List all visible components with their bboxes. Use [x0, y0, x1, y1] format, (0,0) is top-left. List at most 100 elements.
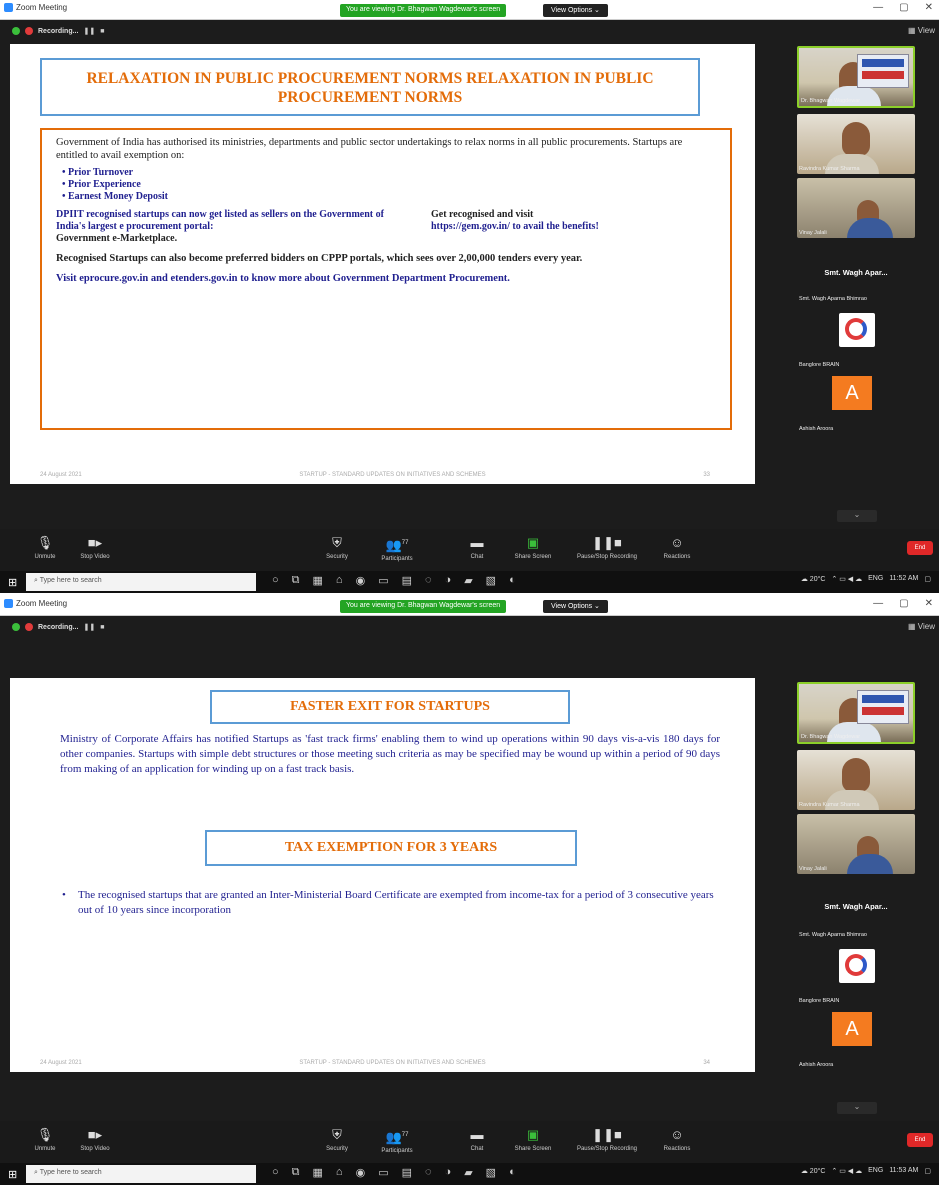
participant-panel: Dr. Bhagwan Wagdewar Ravindra Kumar Shar… — [795, 640, 939, 1125]
edge-icon[interactable]: ◐ — [509, 1166, 516, 1179]
security-button[interactable]: ⛨ Security — [312, 1127, 362, 1152]
taskbar-search-input[interactable]: ⌕ Type here to search — [26, 573, 256, 591]
taskbar-app-icon[interactable]: ▧ — [486, 574, 496, 587]
taskbar-app-icon[interactable]: ◑ — [445, 1166, 452, 1179]
close-button[interactable]: ✕ — [925, 598, 933, 609]
participant-tile[interactable]: Vinay Jalali — [797, 814, 915, 874]
chrome-icon[interactable]: ◉ — [356, 574, 366, 587]
chat-icon: ▬ — [470, 535, 484, 550]
minimize-button[interactable]: — — [873, 598, 883, 609]
task-view-icon[interactable]: ⧉ — [292, 1166, 300, 1179]
gem-text: DPIIT recognised startups can now get li… — [56, 209, 384, 244]
clock[interactable]: 11:53 AM — [889, 1167, 918, 1175]
app-title: Zoom Meeting — [4, 3, 67, 12]
stop-video-button[interactable]: ■▸ Stop Video — [70, 535, 120, 560]
share-screen-button[interactable]: ▣ Share Screen — [508, 535, 558, 560]
stop-video-button[interactable]: ■▸ Stop Video — [70, 1127, 120, 1152]
windows-start-icon[interactable]: ⊞ — [8, 576, 17, 589]
windows-taskbar: ⊞ ⌕ Type here to search ○ ⧉ ▦ ⌂ ◉ ▭ ▤ ◌ … — [0, 571, 939, 593]
taskbar-app-icon[interactable]: ▧ — [486, 1166, 496, 1179]
participant-tile[interactable]: A Ashish Aroora — [797, 1010, 915, 1070]
notifications-icon[interactable]: ▢ — [924, 575, 931, 583]
cortana-icon[interactable]: ○ — [272, 574, 279, 587]
chat-button[interactable]: ▬ Chat — [452, 1127, 502, 1152]
pause-recording-button[interactable]: ❚❚■ Pause/Stop Recording — [572, 1127, 642, 1152]
stop-icon[interactable]: ■ — [100, 624, 104, 631]
close-button[interactable]: ✕ — [925, 2, 933, 13]
participant-tile[interactable]: Dr. Bhagwan Wagdewar — [797, 46, 915, 108]
weather-icon[interactable]: ☁ 20°C — [801, 575, 826, 583]
reactions-button[interactable]: ☺ Reactions — [652, 535, 702, 560]
participant-tile[interactable]: Ravindra Kumar Sharma — [797, 750, 915, 810]
participant-tile[interactable]: Banglore BRAIN — [797, 946, 915, 1006]
chrome-icon[interactable]: ◉ — [356, 1166, 366, 1179]
pause-recording-button[interactable]: ❚❚■ Pause/Stop Recording — [572, 535, 642, 560]
view-button[interactable]: ▦ View — [908, 622, 935, 631]
stop-icon[interactable]: ■ — [100, 28, 104, 35]
view-button[interactable]: ▦ View — [908, 26, 935, 35]
unmute-button[interactable]: 🎙 Unmute — [20, 1127, 70, 1152]
title-bar: Zoom Meeting You are viewing Dr. Bhagwan… — [0, 0, 939, 20]
security-button[interactable]: ⛨ Security — [312, 535, 362, 560]
notifications-icon[interactable]: ▢ — [924, 1167, 931, 1175]
store-icon[interactable]: ⌂ — [336, 574, 343, 587]
minimize-button[interactable]: — — [873, 2, 883, 13]
taskbar-app-icon[interactable]: ▤ — [402, 1166, 412, 1179]
bullet-item: • Earnest Money Deposit — [62, 191, 168, 202]
view-options-button[interactable]: View Options ⌄ — [543, 600, 608, 613]
scroll-down-button[interactable]: ⌄ — [837, 1102, 877, 1114]
participant-tile[interactable]: Vinay Jalali — [797, 178, 915, 238]
scroll-down-button[interactable]: ⌄ — [837, 510, 877, 522]
taskbar-app-icon[interactable]: ▦ — [313, 574, 323, 587]
taskbar-app-icon[interactable]: ▰ — [464, 1166, 472, 1179]
cortana-icon[interactable]: ○ — [272, 1166, 279, 1179]
slide-title: FASTER EXIT FOR STARTUPS — [210, 690, 570, 724]
store-icon[interactable]: ⌂ — [336, 1166, 343, 1179]
weather-icon[interactable]: ☁ 20°C — [801, 1167, 826, 1175]
end-button[interactable]: End — [907, 541, 933, 555]
share-screen-button[interactable]: ▣ Share Screen — [508, 1127, 558, 1152]
participant-tile[interactable]: Ravindra Kumar Sharma — [797, 114, 915, 174]
camera-icon: ■▸ — [87, 535, 103, 550]
clock[interactable]: 11:52 AM — [889, 575, 918, 583]
unmute-button[interactable]: 🎙 Unmute — [20, 535, 70, 560]
meeting-top-bar: Recording... ❚❚ ■ ▦ View — [0, 20, 939, 44]
participant-tile[interactable]: Smt. Wagh Apar... Smt. Wagh Aparna Bhimr… — [797, 244, 915, 304]
chat-button[interactable]: ▬ Chat — [452, 535, 502, 560]
tray-icons[interactable]: ⌃ ▭ ◀ ☁ — [831, 575, 862, 583]
zoom-app-icon[interactable]: ▭ — [378, 1166, 388, 1179]
task-view-icon[interactable]: ⧉ — [292, 574, 300, 587]
taskbar-app-icon[interactable]: ◑ — [445, 574, 452, 587]
participant-tile[interactable]: A Ashish Aroora — [797, 374, 915, 434]
participants-button[interactable]: 👥77 Participants — [372, 1127, 422, 1154]
windows-start-icon[interactable]: ⊞ — [8, 1168, 17, 1181]
end-button[interactable]: End — [907, 1133, 933, 1147]
pause-icon[interactable]: ❚❚ — [83, 27, 95, 35]
maximize-button[interactable]: ▢ — [899, 598, 908, 609]
shared-slide: FASTER EXIT FOR STARTUPS Ministry of Cor… — [10, 678, 755, 1072]
microphone-icon: 🎙 — [36, 1127, 54, 1142]
taskbar-app-icon[interactable]: ▦ — [313, 1166, 323, 1179]
microphone-icon: 🎙 — [36, 535, 54, 550]
participants-button[interactable]: 👥77 Participants — [372, 535, 422, 562]
participant-tile[interactable]: Smt. Wagh Apar... Smt. Wagh Aparna Bhimr… — [797, 880, 915, 940]
title-bar: Zoom Meeting You are viewing Dr. Bhagwan… — [0, 596, 939, 616]
taskbar-app-icon[interactable]: ▤ — [402, 574, 412, 587]
edge-icon[interactable]: ◐ — [509, 574, 516, 587]
participant-tile[interactable]: Banglore BRAIN — [797, 310, 915, 370]
pause-icon[interactable]: ❚❚ — [83, 623, 95, 631]
participant-tile[interactable]: Dr. Bhagwan Wagdewar — [797, 682, 915, 744]
reactions-button[interactable]: ☺ Reactions — [652, 1127, 702, 1152]
gem-link-text: Get recognised and visit https://gem.gov.… — [431, 209, 599, 232]
taskbar-app-icon[interactable]: ▰ — [464, 574, 472, 587]
maximize-button[interactable]: ▢ — [899, 2, 908, 13]
taskbar-app-icon[interactable]: ◌ — [425, 574, 432, 587]
taskbar-app-icon[interactable]: ◌ — [425, 1166, 432, 1179]
viewing-notice: You are viewing Dr. Bhagwan Wagdewar's s… — [340, 600, 507, 613]
camera-icon: ■▸ — [87, 1127, 103, 1142]
bullet-item: • Prior Experience — [62, 179, 141, 190]
tray-icons[interactable]: ⌃ ▭ ◀ ☁ — [831, 1167, 862, 1175]
view-options-button[interactable]: View Options ⌄ — [543, 4, 608, 17]
zoom-app-icon[interactable]: ▭ — [378, 574, 388, 587]
taskbar-search-input[interactable]: ⌕ Type here to search — [26, 1165, 256, 1183]
